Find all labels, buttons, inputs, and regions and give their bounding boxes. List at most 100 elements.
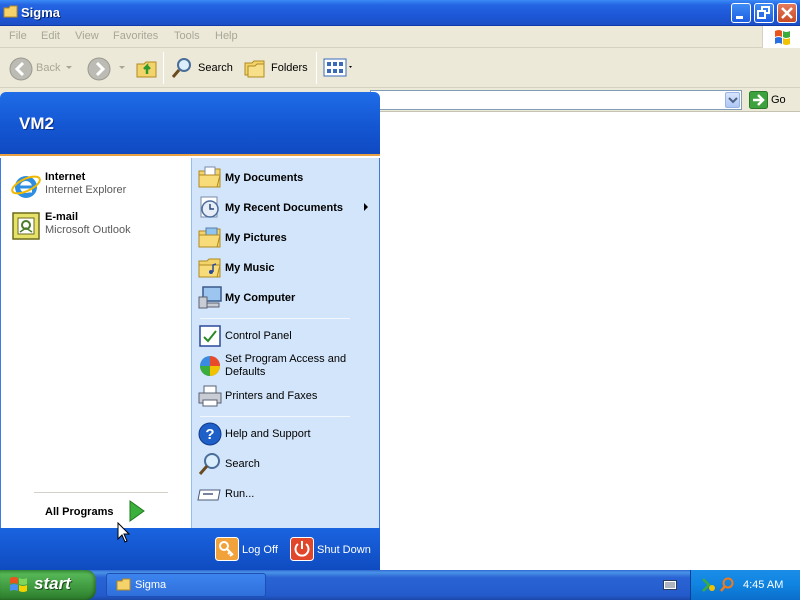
menu-favorites[interactable]: Favorites [113, 30, 158, 42]
places-item-label: My Pictures [225, 232, 287, 244]
recent-documents-icon [200, 196, 219, 218]
windows-flag-icon [775, 30, 790, 45]
menu-help[interactable]: Help [215, 30, 238, 42]
menu-bar: File Edit View Favorites Tools Help [0, 26, 800, 48]
log-off-button[interactable]: Log Off [242, 544, 278, 556]
places-item-label: My Computer [225, 292, 296, 304]
menu-tools[interactable]: Tools [174, 30, 200, 42]
address-dropdown-button[interactable] [725, 92, 740, 108]
all-programs-separator [34, 492, 168, 493]
toolbar-separator [163, 52, 164, 84]
taskbar-window-label[interactable]: Sigma [135, 579, 166, 591]
keyboard-icon[interactable] [663, 579, 677, 591]
menu-edit[interactable]: Edit [41, 30, 60, 42]
windows-logo [762, 26, 800, 48]
menu-view[interactable]: View [75, 30, 99, 42]
places-item-my-computer[interactable]: My Computer [197, 283, 377, 313]
pinned-item-internet[interactable]: Internet Internet Explorer [10, 168, 185, 202]
clock: 4:45 AM [743, 579, 784, 591]
start-button-label[interactable]: start [34, 574, 71, 594]
places-item-label: My Music [225, 262, 275, 274]
settings-item-program-access[interactable]: Set Program Access and Defaults [197, 351, 377, 381]
settings-item-label: Set Program Access and Defaults [225, 353, 347, 378]
restore-button[interactable] [754, 3, 774, 23]
forward-arrow-icon[interactable] [87, 57, 111, 81]
computer-icon [198, 286, 222, 309]
pinned-item-subtitle: Microsoft Outlook [45, 224, 131, 236]
minimize-icon [736, 16, 743, 19]
start-menu-header: VM2 [0, 92, 380, 156]
tools-item-label: Run... [225, 488, 255, 500]
folder-icon [116, 578, 131, 591]
mouse-cursor-icon [117, 522, 131, 543]
pinned-item-title: Internet [45, 171, 86, 183]
search-button-label[interactable]: Search [198, 62, 233, 74]
windows-flag-icon [10, 577, 27, 592]
chevron-down-icon [728, 97, 738, 104]
window-title: Sigma [21, 5, 61, 20]
pinned-item-title: E-mail [45, 211, 79, 223]
folder-icon [3, 5, 18, 18]
places-item-my-music[interactable]: My Music [197, 253, 377, 283]
help-icon: ? [198, 422, 222, 446]
places-separator [200, 318, 350, 319]
search-icon[interactable] [719, 576, 735, 592]
close-icon [781, 7, 793, 19]
settings-item-printers-faxes[interactable]: Printers and Faxes [197, 381, 377, 411]
outlook-icon [12, 212, 40, 240]
tools-item-help-support[interactable]: ? Help and Support [197, 419, 377, 449]
tools-item-run[interactable]: Run... [197, 479, 377, 509]
svg-text:?: ? [205, 426, 214, 443]
search-icon[interactable] [170, 56, 194, 80]
run-icon [197, 489, 221, 501]
shut-down-icon[interactable] [290, 537, 314, 561]
tools-item-label: Help and Support [225, 428, 311, 440]
go-button-label[interactable]: Go [771, 94, 786, 106]
settings-item-label: Printers and Faxes [225, 390, 318, 402]
program-access-icon [200, 356, 220, 376]
recent-documents-submenu-arrow-icon [364, 203, 368, 211]
go-arrow-icon[interactable] [749, 91, 768, 109]
ie-icon [11, 175, 41, 198]
tools-item-label: Search [225, 458, 260, 470]
taskbar-window-button[interactable] [106, 573, 266, 597]
minimize-button[interactable] [731, 3, 751, 23]
places-item-my-recent-documents[interactable]: My Recent Documents [197, 193, 377, 223]
log-off-icon[interactable] [215, 537, 239, 561]
pinned-item-subtitle: Internet Explorer [45, 184, 127, 196]
folder-music-icon [198, 258, 221, 278]
search-icon [198, 453, 220, 475]
places-item-my-pictures[interactable]: My Pictures [197, 223, 377, 253]
back-arrow-icon[interactable] [9, 57, 33, 81]
all-programs-button[interactable]: All Programs [45, 506, 113, 518]
menu-file[interactable]: File [9, 30, 27, 42]
control-panel-icon [199, 325, 221, 347]
pinned-item-email[interactable]: E-mail Microsoft Outlook [10, 208, 185, 242]
folders-icon[interactable] [243, 56, 267, 80]
places-item-label: My Documents [225, 172, 304, 184]
back-button-label[interactable]: Back [36, 62, 60, 74]
network-icon[interactable] [701, 577, 717, 593]
settings-item-label: Control Panel [225, 330, 292, 342]
places-item-label: My Recent Documents [225, 202, 343, 214]
settings-separator [200, 416, 350, 417]
folder-up-icon[interactable] [135, 56, 159, 80]
settings-item-control-panel[interactable]: Control Panel [197, 321, 377, 351]
close-button[interactable] [777, 3, 797, 23]
window-titlebar[interactable]: Sigma [0, 0, 800, 26]
folder-pictures-icon [198, 227, 221, 248]
back-dropdown-icon[interactable] [66, 66, 72, 69]
tools-item-search[interactable]: Search [197, 449, 377, 479]
toolbar: Back Search Folders [0, 48, 800, 88]
folder-documents-icon [198, 166, 221, 188]
address-input[interactable] [370, 90, 742, 110]
shut-down-button[interactable]: Shut Down [317, 544, 371, 556]
user-name: VM2 [19, 114, 54, 133]
forward-dropdown-icon[interactable] [119, 66, 125, 69]
all-programs-arrow-icon[interactable] [128, 500, 146, 522]
views-icon[interactable] [323, 58, 355, 78]
printer-icon [198, 385, 222, 407]
toolbar-separator [316, 52, 317, 84]
places-item-my-documents[interactable]: My Documents [197, 163, 377, 193]
folders-button-label[interactable]: Folders [271, 62, 308, 74]
